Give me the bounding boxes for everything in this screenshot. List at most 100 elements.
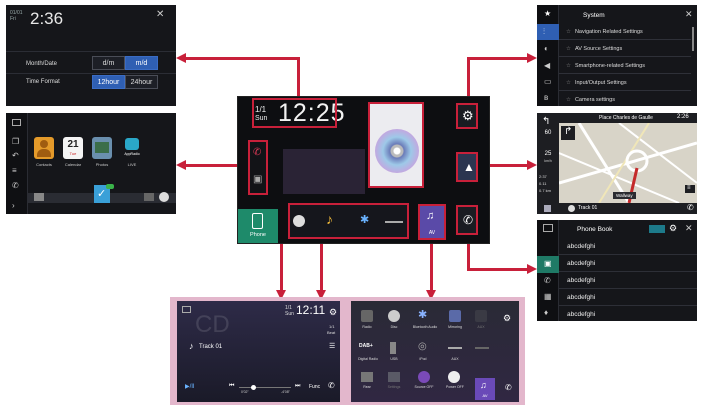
play-pause-icon[interactable]: ▶/Ⅱ (185, 383, 194, 390)
elapsed-time: 0'02" (241, 390, 249, 394)
map-view[interactable] (559, 123, 697, 203)
phonebook-title: Phone Book (577, 226, 613, 233)
spare-source-icon (475, 347, 489, 349)
dab-icon[interactable]: DAB+ (359, 343, 373, 349)
time-format-label: Time Format (26, 79, 60, 85)
usb-icon[interactable] (390, 342, 396, 354)
contact-name: abcdefghi (567, 293, 596, 301)
clock-highlight[interactable] (252, 98, 337, 128)
phone-icon: ✆ (463, 213, 474, 227)
settings-source-icon[interactable] (388, 372, 400, 382)
settings-highlight[interactable]: ⚙ (456, 103, 478, 129)
side-apps-highlight[interactable]: ✆ ▣ (248, 140, 268, 195)
appradio-icon[interactable]: AppRadio (122, 137, 142, 159)
system-sidebar-selected[interactable]: ⫶ (537, 24, 559, 40)
clock-icon[interactable] (159, 192, 169, 202)
func-button[interactable]: Func (309, 384, 320, 390)
close-icon[interactable]: ✕ (156, 9, 164, 20)
current-source-tile[interactable]: ♫ AV (475, 378, 495, 400)
ipod-icon[interactable]: ◎ (418, 341, 427, 352)
time-format-24-button[interactable]: 24hour (125, 75, 158, 89)
map-menu-icon[interactable]: ≡ (685, 185, 695, 193)
source-strip-highlight[interactable]: ♪ ✱ (288, 203, 409, 239)
contact-row[interactable]: abcdefghi (559, 306, 697, 323)
source-off-icon[interactable] (418, 371, 430, 383)
calendar-day-number: 21 (67, 139, 79, 150)
speaker-icon[interactable]: ◀ (544, 61, 550, 70)
system-item[interactable]: ☆ Smartphone-related Settings (559, 58, 691, 74)
system-item[interactable]: ☆ AV Source Settings (559, 41, 691, 57)
photos-icon[interactable] (92, 137, 112, 159)
window-icon[interactable] (543, 224, 553, 232)
month-date-md-button[interactable]: m/d (125, 56, 158, 70)
eta-value: 2:37 (539, 174, 547, 179)
menu-icon[interactable]: ≡ (12, 166, 17, 175)
star-icon[interactable]: ★ (544, 9, 551, 18)
seek-bar[interactable] (239, 387, 291, 388)
month-date-dm-button[interactable]: d/m (92, 56, 125, 70)
contacts-tab[interactable]: ▣ (537, 256, 559, 273)
power-off-icon[interactable] (448, 371, 460, 383)
dock-app-icon[interactable] (34, 193, 44, 201)
aux-cable-icon[interactable] (448, 347, 462, 349)
close-icon[interactable]: ✕ (685, 9, 693, 20)
window-icon[interactable] (182, 306, 191, 313)
dock-list-icon[interactable] (144, 193, 154, 201)
calendar-icon[interactable]: 21 Tue (63, 137, 83, 159)
back-icon[interactable]: ↶ (12, 151, 19, 160)
phone-icon[interactable]: ✆ (505, 383, 512, 392)
system-item[interactable]: ☆ Camera settings (559, 92, 691, 108)
chevron-right-icon[interactable]: › (12, 201, 15, 210)
keypad-icon[interactable]: ▦ (544, 292, 552, 301)
radio-icon[interactable] (361, 310, 373, 322)
source-label: Settings (387, 385, 401, 389)
phone-icon[interactable]: ✆ (687, 203, 694, 212)
previous-track-icon[interactable]: ⏮ (229, 383, 234, 390)
scrollbar[interactable] (692, 27, 694, 51)
street-name: Place Charles de Gaulle (599, 115, 653, 121)
cd-day: Sun (285, 311, 294, 317)
window-icon[interactable] (12, 119, 21, 126)
phone-icon[interactable]: ✆ (12, 181, 19, 190)
contact-row[interactable]: abcdefghi (559, 238, 697, 255)
remaining-distance-value: 0.7 km (539, 188, 552, 193)
theme-icon[interactable]: ◐ (544, 44, 549, 53)
phone-icon[interactable]: ✆ (328, 381, 335, 390)
list-icon[interactable]: ☰ (329, 342, 335, 350)
call-history-icon[interactable]: ✆ (544, 276, 551, 285)
source-mini-icon[interactable] (544, 205, 551, 212)
voice-icon[interactable]: ♦ (544, 308, 548, 317)
disc-mini-icon (568, 205, 575, 212)
av-tile[interactable]: ♫ AV (418, 204, 446, 240)
time-format-12-button[interactable]: 12hour (92, 75, 125, 89)
phonebook-panel: ▣ ✆ ▦ ♦ Phone Book ⚙ ✕ abcdefghi abcdefg… (537, 220, 697, 321)
contacts-icon[interactable] (34, 137, 54, 159)
layers-icon[interactable]: ❐ (12, 137, 19, 146)
navigation-highlight[interactable]: ▲ (456, 152, 478, 182)
gear-icon[interactable]: ⚙ (329, 307, 337, 318)
aux-icon[interactable] (475, 310, 487, 322)
contact-row[interactable]: abcdefghi (559, 255, 697, 272)
source-label: Source OFF (414, 385, 434, 389)
cd-player-panel: CD 1/1 Sun 12:11 ⚙ 1/1 Beat ☰ ♪ Track 01… (177, 301, 340, 402)
seek-handle[interactable] (251, 385, 256, 390)
bluetooth-settings-icon[interactable]: ʙ (544, 93, 548, 102)
album-art-highlight[interactable] (368, 102, 424, 188)
screen-icon[interactable]: ▭ (544, 77, 552, 86)
gear-icon[interactable]: ⚙ (503, 313, 511, 324)
contact-row[interactable]: abcdefghi (559, 272, 697, 289)
disc-icon[interactable] (388, 310, 400, 322)
phone-highlight[interactable]: ✆ (456, 205, 478, 235)
system-item[interactable]: ☆ Input/Output Settings (559, 75, 691, 91)
search-index-icon[interactable] (649, 225, 665, 233)
bluetooth-icon[interactable]: ✱ (418, 308, 427, 321)
phone-tile[interactable]: Phone (238, 209, 278, 243)
contact-row[interactable]: abcdefghi (559, 289, 697, 306)
close-icon[interactable]: ✕ (685, 223, 693, 234)
speed-unit: km/h (544, 159, 552, 163)
rear-icon[interactable] (361, 372, 373, 382)
system-item[interactable]: ☆ Navigation Related Settings (559, 24, 691, 40)
mirroring-icon[interactable] (449, 310, 461, 322)
next-track-icon[interactable]: ⏭ (295, 383, 300, 390)
gear-icon[interactable]: ⚙ (669, 223, 677, 234)
